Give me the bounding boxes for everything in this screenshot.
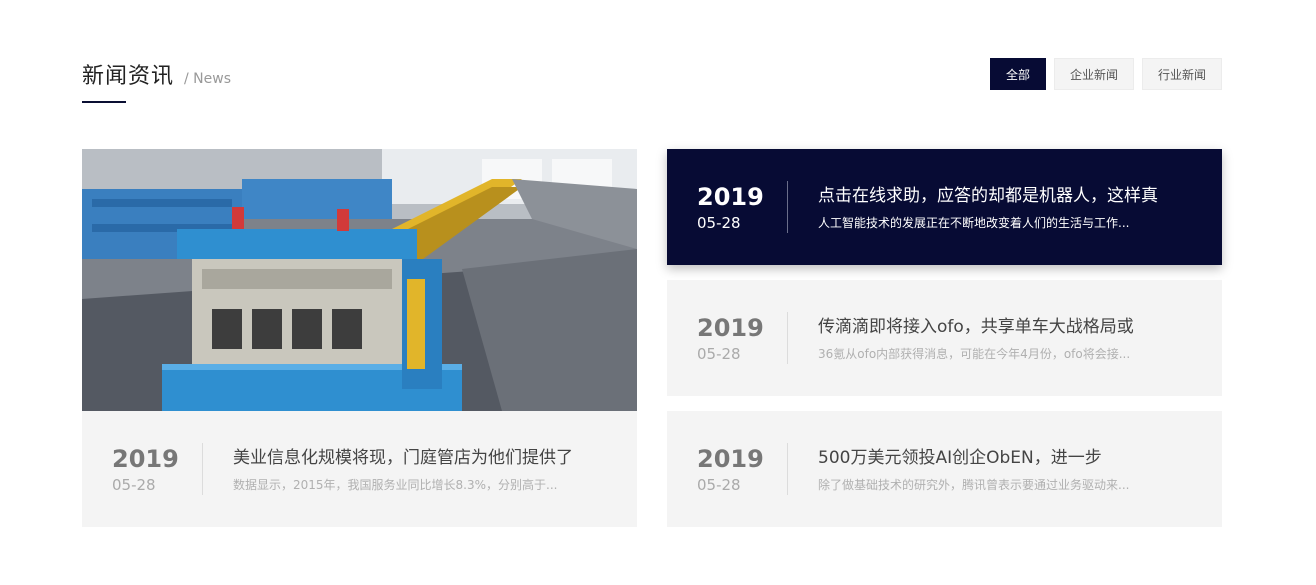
news-title[interactable]: 美业信息化规模将现，门庭管店为他们提供了 (233, 446, 623, 470)
news-item[interactable]: 2019 05-28 点击在线求助，应答的却都是机器人，这样真 人工智能技术的发… (667, 149, 1222, 265)
news-date: 2019 05-28 (667, 182, 787, 232)
news-year: 2019 (697, 314, 764, 342)
featured-news-card[interactable]: 2019 05-28 美业信息化规模将现，门庭管店为他们提供了 数据显示，201… (82, 149, 637, 527)
tab-industry-news[interactable]: 行业新闻 (1141, 58, 1222, 90)
news-title[interactable]: 点击在线求助，应答的却都是机器人，这样真 (818, 184, 1208, 208)
tab-all[interactable]: 全部 (989, 58, 1046, 90)
news-date: 2019 05-28 (667, 444, 787, 494)
news-summary: 除了做基础技术的研究外，腾讯曾表示要通过业务驱动来... (818, 477, 1130, 492)
featured-news-text: 2019 05-28 美业信息化规模将现，门庭管店为他们提供了 数据显示，201… (82, 411, 637, 527)
news-month-day: 05-28 (697, 214, 741, 232)
news-title[interactable]: 500万美元领投AI创企ObEN，进一步 (818, 446, 1208, 470)
news-item[interactable]: 2019 05-28 传滴滴即将接入ofo，共享单车大战格局或 36氪从ofo内… (667, 280, 1222, 396)
heading-underline (82, 101, 126, 103)
news-date: 2019 05-28 (82, 444, 202, 494)
news-year: 2019 (112, 445, 179, 473)
section-subtitle: / News (184, 71, 232, 87)
news-month-day: 05-28 (697, 345, 741, 363)
news-summary: 人工智能技术的发展正在不断地改变着人们的生活与工作... (818, 215, 1130, 230)
news-summary: 数据显示，2015年，我国服务业同比增长8.3%，分别高于... (233, 477, 558, 492)
news-filter-tabs: 全部 企业新闻 行业新闻 (989, 58, 1222, 90)
news-year: 2019 (697, 183, 764, 211)
news-month-day: 05-28 (697, 476, 741, 494)
section-heading: 新闻资讯 / News (82, 58, 231, 90)
tab-company-news[interactable]: 企业新闻 (1053, 58, 1134, 90)
news-month-day: 05-28 (112, 476, 156, 494)
news-date: 2019 05-28 (667, 313, 787, 363)
news-year: 2019 (697, 445, 764, 473)
section-title: 新闻资讯 (82, 64, 175, 89)
news-title[interactable]: 传滴滴即将接入ofo，共享单车大战格局或 (818, 315, 1208, 339)
news-summary: 36氪从ofo内部获得消息，可能在今年4月份，ofo将会接... (818, 346, 1131, 361)
news-item[interactable]: 2019 05-28 500万美元领投AI创企ObEN，进一步 除了做基础技术的… (667, 411, 1222, 527)
featured-news-image (82, 149, 637, 411)
